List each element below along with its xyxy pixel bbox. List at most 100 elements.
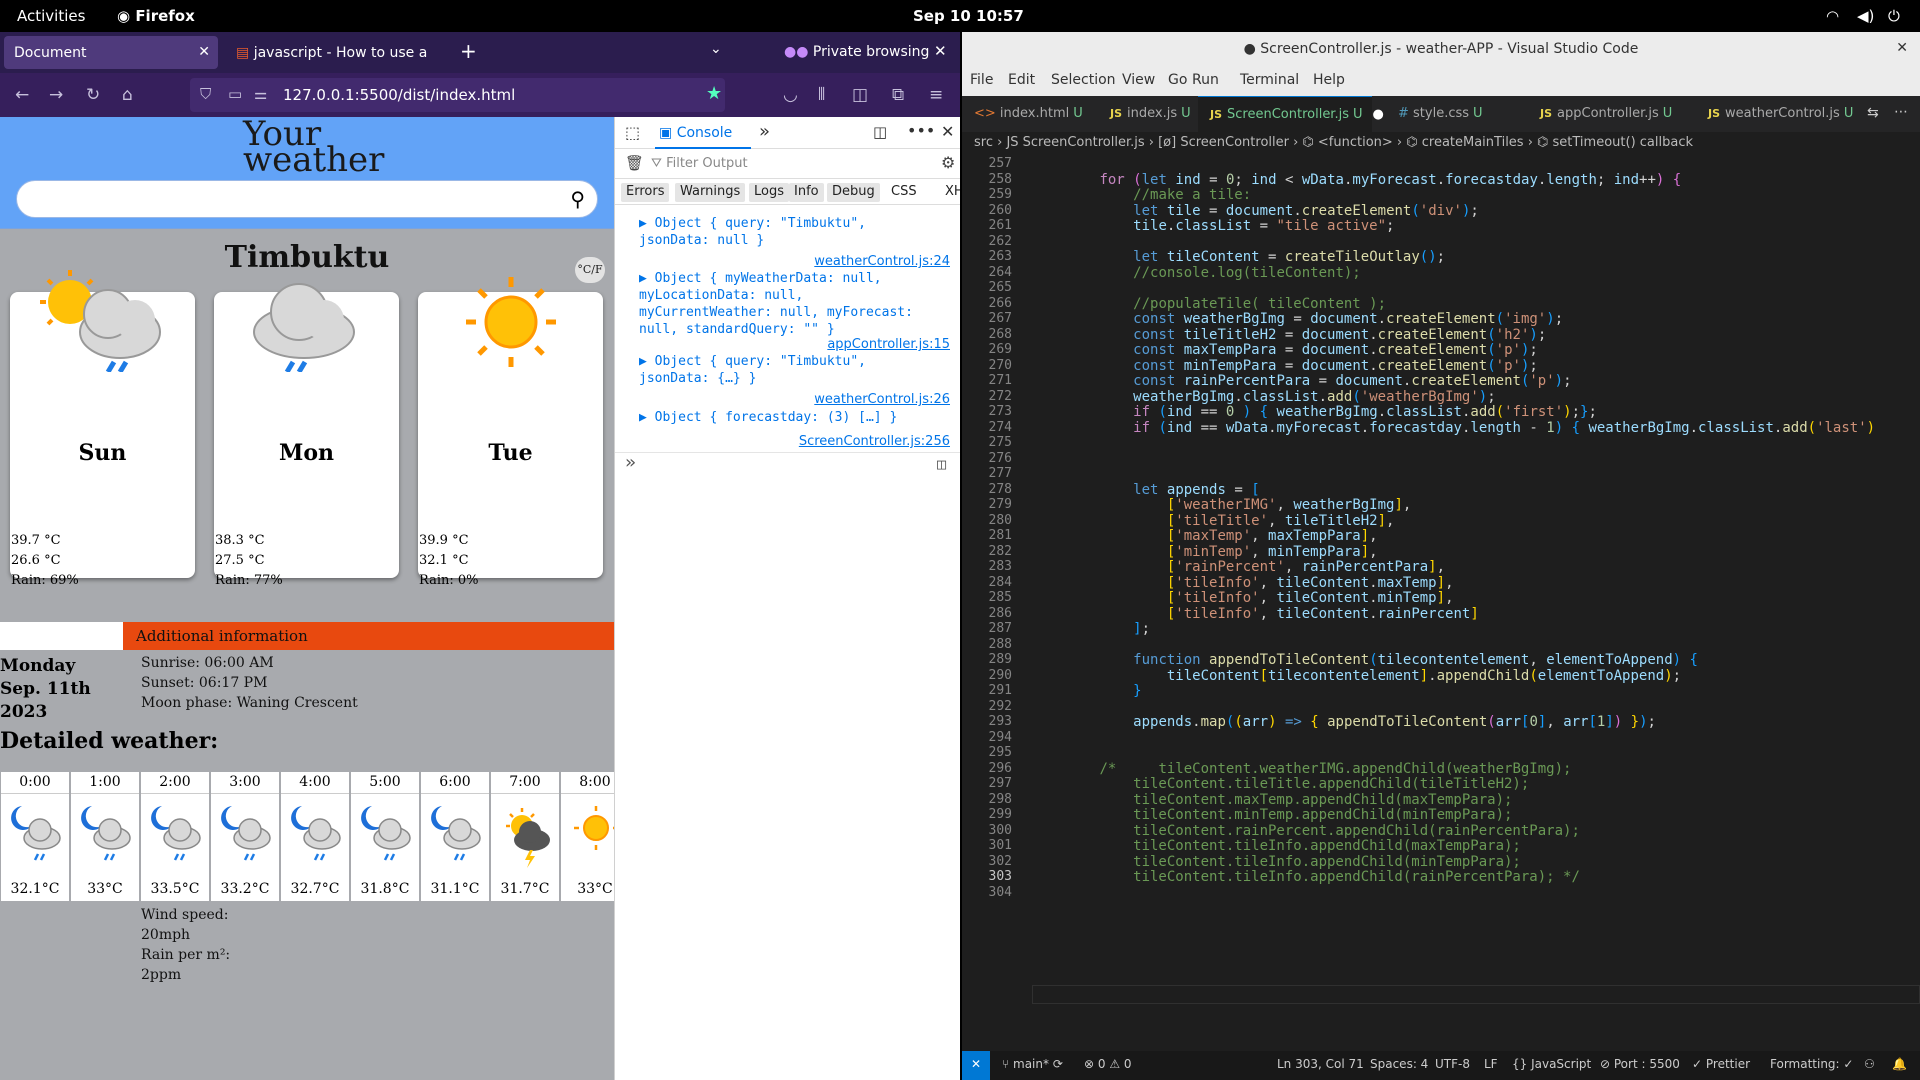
code-line[interactable]: let appends = [ — [1032, 482, 1259, 498]
picker-icon[interactable]: ⬚ — [625, 123, 640, 142]
console-prompt[interactable]: » — [625, 452, 636, 473]
menu-icon[interactable]: ≡ — [929, 85, 943, 105]
console-log-entry[interactable]: ▶ Object { query: "Timbuktu", jsonData: … — [639, 215, 939, 249]
trash-icon[interactable]: 🗑 — [625, 154, 644, 172]
activities-button[interactable]: Activities — [17, 7, 85, 25]
code-line[interactable]: ['rainPercent', rainPercentPara], — [1032, 559, 1445, 575]
code-line[interactable]: /* tileContent.weatherIMG.appendChild(we… — [1032, 761, 1571, 777]
problems-indicator[interactable]: ⊗ 0 ⚠ 0 — [1084, 1057, 1132, 1071]
filter-errors[interactable]: Errors — [621, 183, 670, 202]
code-line[interactable]: let tile = document.createElement('div')… — [1032, 203, 1479, 219]
unsaved-dot-icon[interactable]: ● — [1373, 107, 1384, 122]
code-line[interactable]: if (ind == wData.myForecast.forecastday.… — [1032, 420, 1875, 436]
close-icon[interactable]: ✕ — [198, 44, 210, 60]
code-line[interactable]: ['tileTitle', tileTitleH2], — [1032, 513, 1395, 529]
tab-screencontroller-js[interactable]: JS ScreenController.js U ● — [1198, 96, 1384, 132]
code-line[interactable]: tileContent.maxTemp.appendChild(maxTempP… — [1032, 792, 1512, 808]
live-server-port[interactable]: ⊘ Port : 5500 — [1600, 1057, 1680, 1071]
code-editor[interactable]: 257 258 for (let ind = 0; ind < wData.myF… — [962, 154, 1920, 1051]
account-icon[interactable]: ⚇ — [1864, 1057, 1875, 1071]
tab-console[interactable]: ▣ Console — [655, 117, 751, 149]
code-line[interactable]: tileContent.tileInfo.appendChild(maxTemp… — [1032, 838, 1521, 854]
code-line[interactable]: ['tileInfo', tileContent.minTemp], — [1032, 590, 1454, 606]
code-line[interactable]: const weatherBgImg = document.createElem… — [1032, 311, 1563, 327]
code-line[interactable]: for (let ind = 0; ind < wData.myForecast… — [1032, 172, 1681, 188]
console-log-entry[interactable]: ▶ Object { myWeatherData: null, myLocati… — [639, 270, 939, 338]
more-actions-icon[interactable]: ⋯ — [1894, 104, 1908, 120]
console-log-entry[interactable]: ▶ Object { query: "Timbuktu", jsonData: … — [639, 353, 939, 387]
power-icon[interactable]: ⏻ — [1888, 7, 1900, 25]
search-icon[interactable]: ⚲ — [570, 187, 585, 211]
log-source-link[interactable]: weatherControl.js:24 — [814, 254, 950, 269]
tab-style-css[interactable]: # style.css U — [1398, 96, 1483, 132]
filter-input[interactable]: ⛛ Filter Output — [651, 156, 748, 171]
code-line[interactable]: const tileTitleH2 = document.createEleme… — [1032, 327, 1546, 343]
compare-icon[interactable]: ⇆ — [1867, 105, 1879, 121]
log-source-link[interactable]: appController.js:15 — [827, 337, 950, 352]
code-line[interactable]: tileContent.tileTitle.appendChild(tileTi… — [1032, 776, 1529, 792]
menu-terminal[interactable]: Terminal — [1240, 72, 1299, 88]
prettier-status[interactable]: ✓ Prettier — [1692, 1057, 1750, 1071]
log-source-link[interactable]: weatherControl.js:26 — [814, 392, 950, 407]
cursor-position[interactable]: Ln 303, Col 71 — [1277, 1057, 1364, 1071]
tab-weathercontrol-js[interactable]: JS weatherControl.js U — [1708, 96, 1853, 132]
url-bar[interactable]: ⛉ ▭ ⚌ 127.0.0.1:5500/dist/index.html ★ — [190, 78, 725, 112]
clock[interactable]: Sep 10 10:57 — [913, 7, 1024, 25]
forward-icon[interactable]: → — [49, 85, 63, 105]
new-tab-icon[interactable]: + — [460, 39, 477, 63]
tab-index-html[interactable]: <> index.html U — [974, 96, 1083, 132]
code-line[interactable]: weatherBgImg.classList.add('weatherBgImg… — [1032, 389, 1496, 405]
bookmark-star-icon[interactable]: ★ — [706, 83, 722, 104]
more-options-icon[interactable]: ••• — [907, 121, 935, 140]
menu-edit[interactable]: Edit — [1008, 72, 1035, 88]
code-line[interactable]: tile.classList = "tile active"; — [1032, 218, 1394, 234]
encoding[interactable]: UTF-8 — [1435, 1057, 1470, 1071]
chevron-down-icon[interactable]: ⌄ — [710, 41, 722, 57]
code-line[interactable]: ['weatherIMG', weatherBgImg], — [1032, 497, 1411, 513]
filter-info[interactable]: Info — [789, 183, 824, 202]
menu-run[interactable]: Run — [1192, 72, 1219, 88]
filter-debug[interactable]: Debug — [827, 183, 880, 202]
filter-warnings[interactable]: Warnings — [675, 183, 746, 202]
code-line[interactable]: tileContent.tileInfo.appendChild(rainPer… — [1032, 869, 1580, 885]
search-input[interactable]: ⚲ — [16, 180, 598, 218]
library-icon[interactable]: ⫴ — [818, 85, 825, 105]
forecast-tile[interactable]: Mon 38.3 °C 27.5 °C Rain: 77% — [214, 283, 399, 588]
editor-mode-icon[interactable]: ◫ — [937, 455, 946, 473]
volume-icon[interactable]: ◀) — [1857, 7, 1874, 25]
line-ending[interactable]: LF — [1484, 1057, 1498, 1071]
gear-icon[interactable]: ⚙ — [941, 153, 955, 172]
code-line[interactable]: appends.map((arr) => { appendToTileConte… — [1032, 714, 1656, 730]
code-line[interactable]: let tileContent = createTileOutlay(); — [1032, 249, 1445, 265]
log-source-link[interactable]: ScreenController.js:256 — [799, 434, 950, 449]
menu-selection[interactable]: Selection — [1051, 72, 1116, 88]
console-log-entry[interactable]: ▶ Object { forecastday: (3) […] } — [639, 409, 939, 426]
tab-javascript[interactable]: ▤ javascript - How to use a f — [226, 36, 430, 69]
code-line[interactable]: tileContent[tilecontentelement].appendCh… — [1032, 668, 1681, 684]
forecast-tile[interactable]: Tue 39.9 °C 32.1 °C Rain: 0% — [418, 277, 603, 588]
reload-icon[interactable]: ↻ — [86, 85, 100, 105]
code-line[interactable]: tileContent.tileInfo.appendChild(minTemp… — [1032, 854, 1521, 870]
back-icon[interactable]: ← — [15, 85, 29, 105]
bell-icon[interactable]: 🔔 — [1892, 1057, 1907, 1071]
breadcrumb[interactable]: src › JS ScreenController.js › [ø] Scree… — [962, 132, 1920, 154]
formatting-status[interactable]: Formatting: ✓ — [1770, 1057, 1853, 1071]
home-icon[interactable]: ⌂ — [122, 85, 133, 105]
unit-toggle-button[interactable]: °C/F — [575, 257, 605, 283]
close-icon[interactable]: ✕ — [1896, 40, 1908, 56]
menu-file[interactable]: File — [970, 72, 993, 88]
menu-view[interactable]: View — [1122, 72, 1155, 88]
code-line[interactable]: tileContent.rainPercent.appendChild(rain… — [1032, 823, 1580, 839]
filter-logs[interactable]: Logs — [749, 183, 789, 202]
code-line[interactable]: ['tileInfo', tileContent.rainPercent] — [1032, 606, 1479, 622]
active-app-label[interactable]: ◉ Firefox — [117, 7, 195, 25]
code-line[interactable]: if (ind == 0 ) { weatherBgImg.classList.… — [1032, 404, 1597, 420]
code-line[interactable]: ['minTemp', minTempPara], — [1032, 544, 1378, 560]
code-line[interactable]: } — [1032, 683, 1141, 699]
code-line[interactable]: ['tileInfo', tileContent.maxTemp], — [1032, 575, 1454, 591]
code-line[interactable]: const minTempPara = document.createEleme… — [1032, 358, 1538, 374]
close-icon[interactable]: ✕ — [941, 122, 954, 141]
forecast-tile[interactable]: Sun 39.7 °C 26.6 °C Rain: 69% — [10, 270, 195, 588]
page-icon[interactable]: ▭ — [228, 85, 242, 103]
pocket-icon[interactable]: ◡ — [783, 85, 798, 105]
